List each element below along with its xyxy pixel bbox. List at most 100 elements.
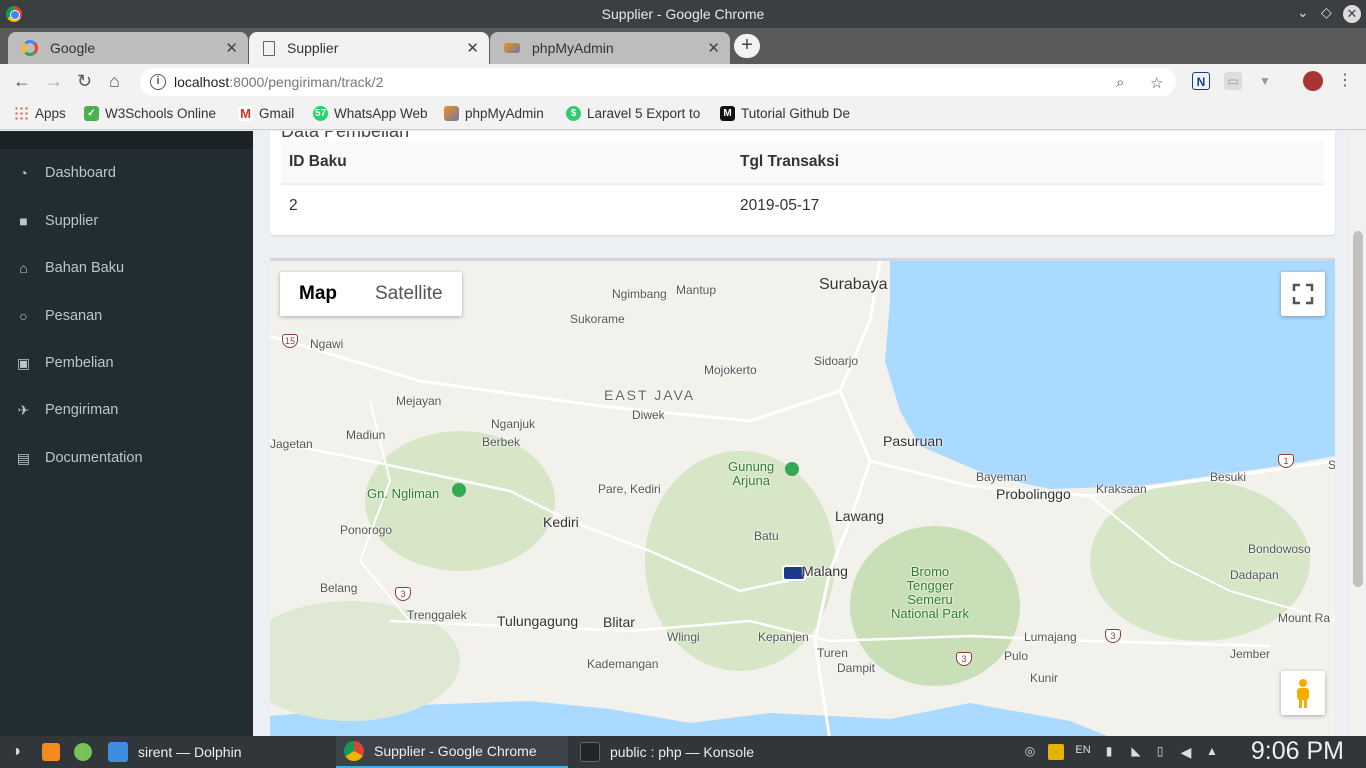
bookmark-laravel[interactable]: $ Laravel 5 Export to [566, 106, 704, 121]
volume-icon[interactable]: ◀ [1178, 744, 1194, 760]
map-label: Mojokerto [704, 363, 757, 377]
map-label: Besuki [1210, 470, 1247, 484]
battery-icon[interactable]: ▯ [1152, 744, 1168, 760]
gn-ngliman-marker-icon[interactable] [452, 483, 466, 497]
close-tab-icon[interactable]: ✕ [707, 39, 720, 57]
konsole-icon [580, 742, 600, 762]
tab-supplier[interactable]: Supplier ✕ [249, 32, 489, 64]
street-view-button[interactable] [1281, 671, 1325, 715]
bookmark-apps[interactable]: Apps [14, 106, 66, 121]
extension-n-icon[interactable]: N [1192, 72, 1210, 90]
bookmark-star-icon[interactable]: ☆ [1150, 74, 1163, 92]
bank-icon: ⌂ [19, 260, 28, 276]
tab-label: Supplier [287, 40, 339, 56]
tab-phpmyadmin[interactable]: phpMyAdmin ✕ [490, 32, 730, 64]
map-label: Diwek [632, 408, 665, 422]
map-label: Malang [802, 563, 848, 579]
table-header-row: ID Baku Tgl Transaksi [281, 141, 1324, 185]
reload-icon[interactable]: ↻ [77, 71, 92, 92]
map-park-ngliman [365, 431, 555, 571]
map-label: Kediri [543, 514, 579, 530]
android-studio-icon[interactable] [74, 743, 92, 761]
sidebar-item-documentation[interactable]: ▤ Documentation [0, 435, 253, 481]
map-type-satellite-button[interactable]: Satellite [356, 272, 462, 316]
map-label: Dadapan [1230, 568, 1279, 582]
bookmark-phpmyadmin[interactable]: phpMyAdmin [444, 106, 544, 121]
taskbar-item-label: public : php — Konsole [610, 744, 754, 760]
sidebar-item-pengiriman[interactable]: ✈ Pengiriman [0, 387, 253, 433]
tray-expand-icon[interactable]: ▲ [1204, 744, 1220, 760]
bookmarks-bar: Apps ✓ W3Schools Online M Gmail 57 Whats… [0, 100, 1366, 130]
sidebar-item-supplier[interactable]: ■ Supplier [0, 198, 253, 244]
map-type-map-button[interactable]: Map [280, 272, 356, 316]
app-launcher-icon[interactable]: ◑ [8, 743, 24, 760]
map[interactable]: Surabaya Ngimbang Mantup Sukorame Ngawi … [270, 258, 1335, 736]
map-label: Gunung Arjuna [728, 459, 775, 488]
close-window-icon[interactable]: ✕ [1343, 5, 1361, 23]
sidebar-item-label: Pesanan [45, 308, 103, 324]
tab-google[interactable]: Google ✕ [8, 32, 248, 64]
update-icon[interactable]: ◎ [1022, 744, 1038, 760]
map-label: Blitar [603, 614, 635, 630]
clock[interactable]: 9:06 PM [1251, 737, 1344, 766]
fullscreen-button[interactable] [1281, 272, 1325, 316]
keyboard-layout[interactable]: EN [1072, 744, 1094, 760]
extension-card-icon[interactable]: ▭ [1224, 72, 1242, 90]
taskbar-item-chrome[interactable]: Supplier - Google Chrome [336, 736, 568, 768]
extension-filter-icon[interactable]: ▼ [1256, 72, 1274, 90]
map-label: Bondowoso [1248, 542, 1311, 556]
bookmark-whatsapp[interactable]: 57 WhatsApp Web [313, 106, 428, 121]
taskbar-item-konsole[interactable]: public : php — Konsole [572, 736, 804, 768]
map-label: Mejayan [396, 394, 442, 408]
site-info-icon[interactable]: i [150, 74, 166, 90]
zoom-icon[interactable]: ⌕ [1116, 74, 1124, 91]
back-icon[interactable]: ← [13, 71, 31, 92]
taskbar-item-dolphin[interactable]: sirent — Dolphin [100, 736, 332, 768]
minimize-icon[interactable]: ⌄ [1297, 4, 1309, 21]
sidebar-item-bahan-baku[interactable]: ⌂ Bahan Baku [0, 245, 253, 291]
page-scrollbar[interactable] [1350, 131, 1366, 736]
tab-label: Google [50, 40, 96, 56]
phpmyadmin-icon [444, 106, 459, 121]
bookmark-label: Laravel 5 Export to [587, 106, 701, 121]
bookmark-w3schools[interactable]: ✓ W3Schools Online [84, 106, 228, 121]
sidebar-item-pesanan[interactable]: ○ Pesanan [0, 293, 253, 339]
sidebar-item-label: Supplier [45, 213, 99, 229]
scrollbar-thumb[interactable] [1353, 231, 1363, 587]
sidebar-item-pembelian[interactable]: ▣ Pembelian [0, 340, 253, 386]
clipboard-icon[interactable] [1048, 744, 1064, 760]
maximize-icon[interactable]: ◇ [1321, 4, 1332, 21]
kdeconnect-icon[interactable]: ▮ [1101, 744, 1117, 760]
map-label: Ngimbang [612, 287, 667, 301]
gunung-arjuna-marker-icon[interactable] [785, 462, 799, 476]
forward-icon[interactable]: → [45, 71, 63, 92]
wifi-icon[interactable]: ◣ [1126, 744, 1146, 760]
sidebar-item-label: Dashboard [45, 165, 116, 181]
sidebar-item-label: Bahan Baku [45, 260, 125, 276]
home-icon[interactable]: ⌂ [109, 71, 120, 92]
plane-icon: ✈ [17, 401, 30, 418]
map-label: Gn. Ngliman [367, 486, 440, 501]
taskbar-item-label: sirent — Dolphin [138, 744, 242, 760]
close-tab-icon[interactable]: ✕ [466, 39, 479, 57]
bookmark-gmail[interactable]: M Gmail [238, 106, 294, 121]
address-bar[interactable]: i localhost:8000/pengiriman/track/2 ⌕ ☆ [140, 68, 1176, 96]
dolphin-icon [108, 742, 128, 762]
map-label: Surabaya [819, 276, 888, 293]
sidebar-item-label: Pembelian [45, 355, 114, 371]
close-tab-icon[interactable]: ✕ [225, 39, 238, 57]
sidebar-item-dashboard[interactable]: ◔ Dashboard [0, 150, 253, 196]
dashboard-icon: ◔ [19, 165, 28, 181]
bookmark-tutorial-github[interactable]: M Tutorial Github De [720, 106, 860, 121]
new-tab-button[interactable]: + [734, 34, 760, 58]
sidebar-header-edge [0, 131, 253, 149]
map-sea-north [885, 261, 1335, 489]
sublime-icon[interactable] [42, 743, 60, 761]
profile-avatar[interactable] [1303, 71, 1323, 91]
chrome-icon [344, 741, 364, 761]
menu-icon[interactable]: ⋮ [1336, 72, 1354, 90]
gmail-icon: M [238, 106, 253, 121]
tab-strip: Google ✕ Supplier ✕ phpMyAdmin ✕ + [0, 28, 1366, 64]
map-label: Trenggalek [407, 608, 467, 622]
map-park-east [1090, 481, 1310, 641]
